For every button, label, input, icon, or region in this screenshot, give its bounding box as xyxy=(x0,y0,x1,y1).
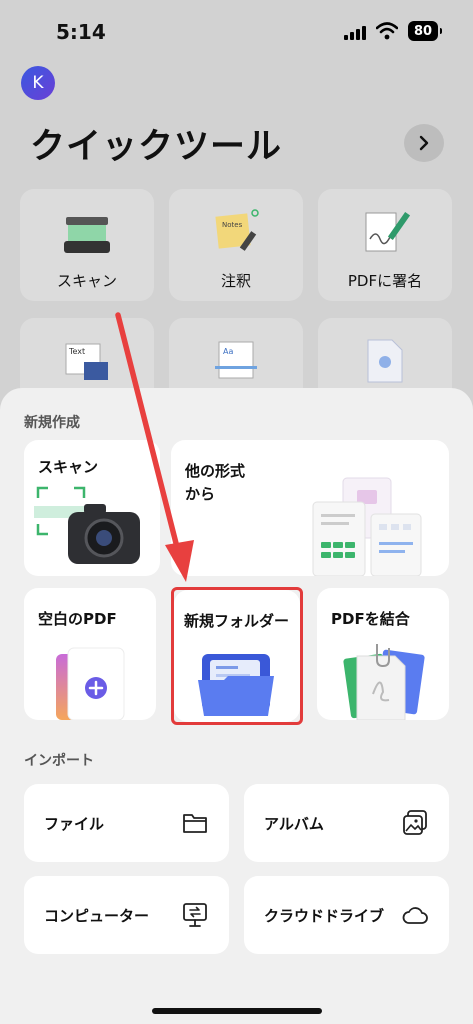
quick-tool-label: 注釈 xyxy=(220,272,251,290)
cloud-icon xyxy=(402,907,428,924)
quick-tool-label: PDFに署名 xyxy=(347,272,423,290)
card-title: スキャン xyxy=(38,458,99,476)
card-title: 空白のPDF xyxy=(38,610,117,628)
wifi-icon xyxy=(376,22,398,40)
camera-icon xyxy=(34,486,140,564)
battery-icon: 80 xyxy=(408,21,442,41)
signature-icon xyxy=(365,211,410,252)
quick-tool-label: スキャン xyxy=(56,272,117,290)
create-blank-pdf-card[interactable]: 空白のPDF xyxy=(24,588,156,720)
status-bar: 5:14 80 xyxy=(0,0,473,60)
svg-text:Notes: Notes xyxy=(222,221,243,229)
quick-tool-annotate[interactable]: Notes 注釈 xyxy=(169,189,303,301)
import-cloud-drive-button[interactable]: クラウドドライブ xyxy=(244,876,449,954)
documents-illustration-icon xyxy=(312,477,422,576)
status-time: 5:14 xyxy=(56,20,106,44)
import-album-button[interactable]: アルバム xyxy=(244,784,449,862)
avatar[interactable]: K xyxy=(21,66,55,100)
import-label: ファイル xyxy=(44,815,105,833)
import-label: アルバム xyxy=(264,815,324,833)
merge-pdf-icon xyxy=(343,644,425,720)
section-label-import: インポート xyxy=(24,753,94,769)
section-label-create: 新規作成 xyxy=(24,415,80,431)
create-merge-pdf-card[interactable]: PDFを結合 xyxy=(317,588,449,720)
cellular-signal-icon xyxy=(344,24,370,40)
svg-text:Text: Text xyxy=(68,347,85,356)
home-indicator[interactable] xyxy=(152,1008,322,1014)
import-label: コンピューター xyxy=(44,907,150,925)
card-title: 他の形式 から xyxy=(185,462,246,503)
image-file-icon xyxy=(367,339,403,383)
photo-album-icon xyxy=(403,810,427,835)
scan-document-icon: Aa xyxy=(215,341,257,379)
card-title: PDFを結合 xyxy=(331,610,410,628)
import-computer-button[interactable]: コンピューター xyxy=(24,876,229,954)
computer-transfer-icon xyxy=(183,903,207,927)
page-title: クイックツール xyxy=(30,127,283,167)
import-label: クラウドドライブ xyxy=(264,907,385,925)
import-file-button[interactable]: ファイル xyxy=(24,784,229,862)
svg-text:Aa: Aa xyxy=(223,347,233,356)
sticky-note-icon: Notes xyxy=(215,209,259,251)
scanner-icon xyxy=(64,217,110,253)
quick-tool-sign-pdf[interactable]: PDFに署名 xyxy=(318,189,452,301)
create-from-other-format-card[interactable]: 他の形式 から xyxy=(171,440,449,576)
create-scan-card[interactable]: スキャン xyxy=(24,440,160,576)
chevron-right-icon xyxy=(419,135,429,151)
folder-outline-icon xyxy=(183,814,207,833)
highlight-box xyxy=(171,587,303,725)
text-image-icon: Text xyxy=(65,343,108,380)
blank-pdf-icon xyxy=(56,647,125,720)
quick-tool-scan[interactable]: スキャン xyxy=(20,189,154,301)
quick-tools-more-button[interactable] xyxy=(404,124,444,162)
